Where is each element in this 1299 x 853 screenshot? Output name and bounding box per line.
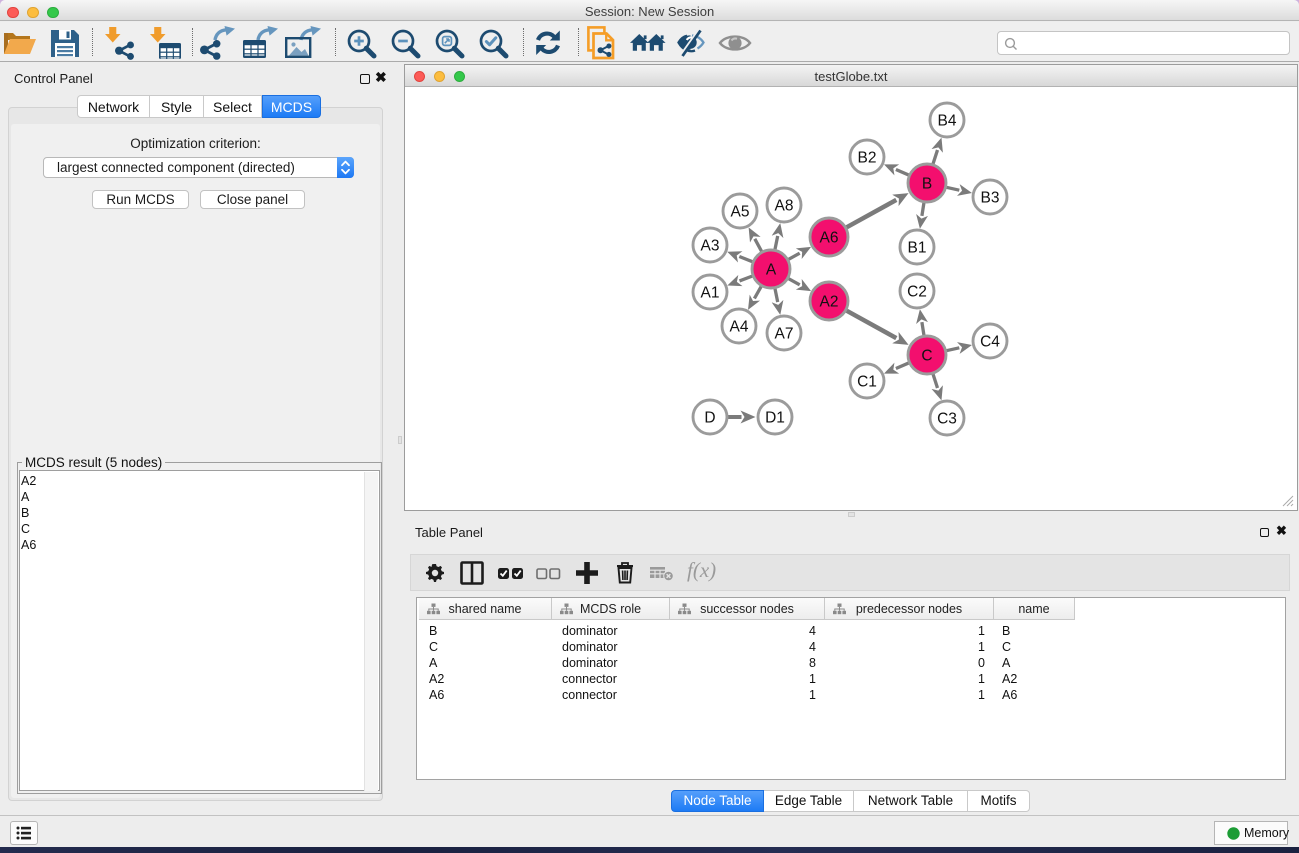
svg-text:C2: C2 xyxy=(907,284,927,301)
svg-text:A8: A8 xyxy=(775,198,794,215)
svg-text:A: A xyxy=(766,262,777,279)
svg-text:B2: B2 xyxy=(858,150,877,167)
svg-text:A4: A4 xyxy=(730,319,749,336)
svg-text:B3: B3 xyxy=(981,190,1000,207)
svg-text:B: B xyxy=(922,176,932,193)
svg-text:C: C xyxy=(921,348,932,365)
svg-text:A2: A2 xyxy=(820,294,839,311)
svg-text:B4: B4 xyxy=(938,113,957,130)
svg-text:C4: C4 xyxy=(980,334,1000,351)
svg-text:A5: A5 xyxy=(731,204,750,221)
svg-text:A7: A7 xyxy=(775,326,794,343)
svg-text:A3: A3 xyxy=(701,238,720,255)
svg-text:C3: C3 xyxy=(937,411,957,428)
svg-text:B1: B1 xyxy=(908,240,927,257)
svg-text:D1: D1 xyxy=(765,410,785,427)
svg-text:A6: A6 xyxy=(820,230,839,247)
svg-text:A1: A1 xyxy=(701,285,720,302)
svg-text:C1: C1 xyxy=(857,374,877,391)
svg-text:D: D xyxy=(704,410,715,427)
